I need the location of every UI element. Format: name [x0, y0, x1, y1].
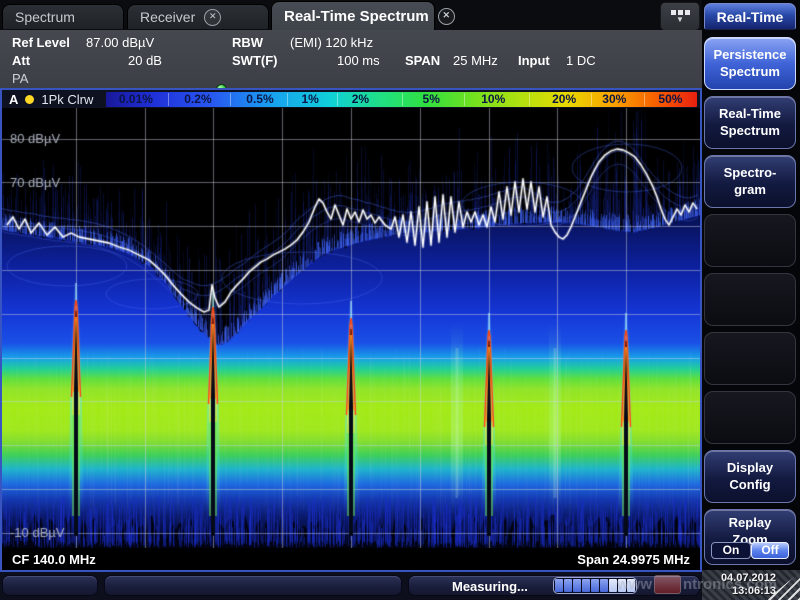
softkey-real-time-spectrum[interactable]: Real-Time Spectrum [704, 96, 796, 149]
chevron-down-icon: ▼ [676, 16, 684, 24]
softkey-label: Display Config [727, 460, 773, 494]
rbw-label: RBW [232, 35, 263, 50]
measuring-status: Measuring... [452, 579, 528, 594]
persistence-display[interactable] [2, 108, 700, 548]
graph-header: A 1Pk Clrw 0.01% 0.2% 0.5% 1% 2% 5% 10% 20% 30% 5… [2, 90, 700, 108]
colorbar-label: 0.01% [119, 92, 153, 107]
status-segment [2, 575, 98, 596]
progress-cell [582, 579, 590, 592]
swt-label: SWT(F) [232, 53, 277, 68]
progress-cell [618, 579, 626, 592]
progress-cell [555, 579, 563, 592]
frequency-bar: CF 140.0 MHz Span 24.9975 MHz [2, 548, 700, 570]
softkey-spectro-gram[interactable]: Spectro- gram [704, 155, 796, 208]
softkey-label: Spectro- gram [724, 165, 777, 199]
ref-level-value[interactable]: 87.00 dBµV [86, 35, 154, 50]
softkey-empty[interactable] [704, 391, 796, 444]
measure-progress-bar [553, 577, 637, 594]
swt-value[interactable]: 100 ms [337, 53, 380, 68]
datetime-panel: 04.07.2012 13:06:13 [702, 570, 800, 600]
tab-label: Real-Time Spectrum [284, 8, 429, 25]
colorbar-label: 20% [552, 92, 576, 107]
close-icon[interactable]: ✕ [204, 9, 221, 26]
colorbar-label: 0.2% [184, 92, 211, 107]
ref-level-label: Ref Level [12, 35, 70, 50]
colorbar-label: 5% [423, 92, 440, 107]
colorbar-tick [464, 93, 465, 106]
close-icon[interactable]: ✕ [438, 8, 455, 25]
att-value[interactable]: 20 dB [128, 53, 162, 68]
span-value[interactable]: 25 MHz [453, 53, 498, 68]
progress-cell [609, 579, 617, 592]
progress-cell [591, 579, 599, 592]
span-readout[interactable]: Span 24.9975 MHz [577, 552, 690, 567]
datetime-readout: 04.07.2012 13:06:13 [721, 572, 776, 599]
progress-cell [600, 579, 608, 592]
windows-icon [671, 10, 690, 15]
replay-zoom-off-toggle[interactable]: Off [751, 542, 789, 559]
colorbar-label: 1% [301, 92, 318, 107]
replay-zoom-on-toggle[interactable]: On [711, 542, 751, 559]
trace-label[interactable]: 1Pk Clrw [41, 92, 93, 107]
input-value[interactable]: 1 DC [566, 53, 596, 68]
softkey-replay-zoom[interactable]: Replay ZoomOnOff [704, 509, 796, 565]
tab-receiver[interactable]: Receiver ✕ [127, 4, 269, 29]
colorbar-tick [591, 93, 592, 106]
progress-cell [564, 579, 572, 592]
softkey-label: Real-Time Spectrum [719, 106, 781, 140]
tab-realtime-spectrum[interactable]: Real-Time Spectrum ✕ [271, 1, 435, 30]
softkey-empty[interactable] [704, 332, 796, 385]
tab-spectrum[interactable]: Spectrum [2, 4, 124, 29]
softkey-persistence-spectrum[interactable]: Persistence Spectrum [704, 37, 796, 90]
colorbar-tick [168, 93, 169, 106]
analyzer-screen: Spectrum Receiver ✕ Real-Time Spectrum ✕… [0, 0, 800, 600]
trace-dot-icon [25, 95, 34, 104]
status-segment [104, 575, 402, 596]
tab-overflow-button[interactable]: ▼ [660, 2, 700, 31]
tab-bar: Spectrum Receiver ✕ Real-Time Spectrum ✕… [0, 0, 702, 30]
span-label: SPAN [405, 53, 440, 68]
colorbar-label: 0.5% [246, 92, 273, 107]
softkey-menu-title: Real-Time [704, 3, 796, 30]
softkey-empty[interactable] [704, 273, 796, 326]
colorbar-label: 30% [602, 92, 626, 107]
progress-cell [573, 579, 581, 592]
settings-bar: Ref Level 87.00 dBµV RBW (EMI) 120 kHz A… [0, 30, 702, 88]
window-id: A [9, 92, 18, 107]
tab-label: Receiver [140, 9, 195, 25]
time-value: 13:06:13 [721, 585, 776, 598]
colorbar-label: 10% [481, 92, 505, 107]
colorbar-tick [529, 93, 530, 106]
input-label: Input [518, 53, 550, 68]
softkey-display-config[interactable]: Display Config [704, 450, 796, 503]
colorbar-tick [402, 93, 403, 106]
pa-label: PA [12, 71, 28, 86]
graph-window: A 1Pk Clrw 0.01% 0.2% 0.5% 1% 2% 5% 10% 20% 30% 5… [0, 88, 702, 572]
colorbar-label: 2% [352, 92, 369, 107]
rbw-value[interactable]: (EMI) 120 kHz [290, 35, 373, 50]
colorbar-label: 50% [658, 92, 682, 107]
progress-cell [627, 579, 635, 592]
status-bar: Measuring... [0, 572, 702, 600]
colorbar-tick [337, 93, 338, 106]
softkey-empty[interactable] [704, 214, 796, 267]
center-frequency[interactable]: CF 140.0 MHz [12, 552, 96, 567]
softkey-label: Persistence Spectrum [714, 47, 787, 81]
colorbar-tick [230, 93, 231, 106]
colorbar-tick [644, 93, 645, 106]
softkey-column: Real-Time Persistence Spectrum Real-Time … [702, 0, 800, 600]
colorbar-tick [287, 93, 288, 106]
tab-label: Spectrum [15, 9, 75, 25]
date-value: 04.07.2012 [721, 572, 776, 585]
att-label: Att [12, 53, 30, 68]
colorbar: 0.01% 0.2% 0.5% 1% 2% 5% 10% 20% 30% 50% [106, 92, 697, 107]
